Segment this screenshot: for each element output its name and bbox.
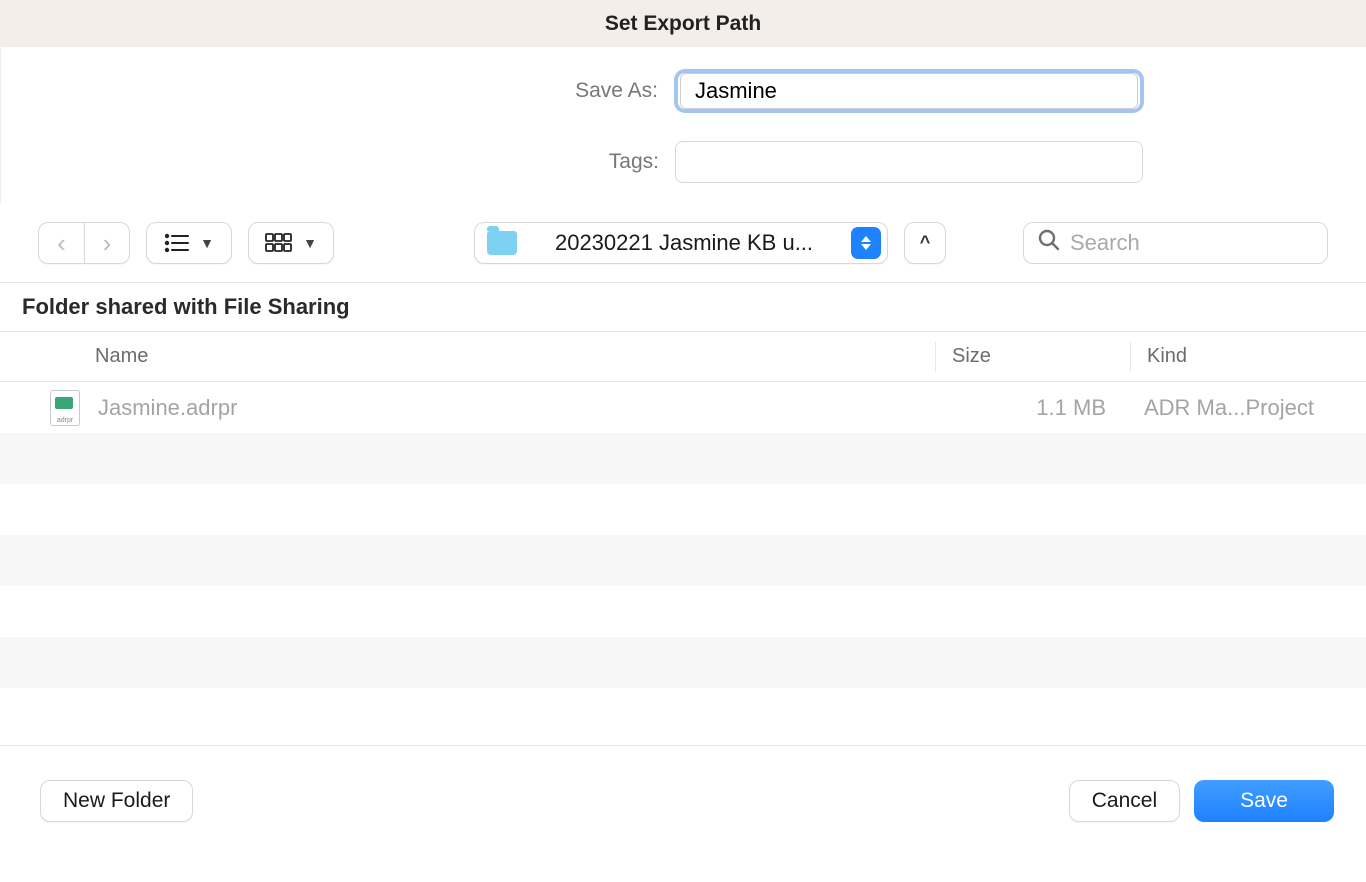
view-grid-button[interactable]: ▼ xyxy=(248,222,334,264)
empty-row xyxy=(0,433,1366,484)
chevron-up-icon: ^ xyxy=(920,232,931,253)
forward-button[interactable]: › xyxy=(84,222,130,264)
tags-row: Tags: xyxy=(224,141,1143,183)
new-folder-button[interactable]: New Folder xyxy=(40,780,193,822)
cancel-button[interactable]: Cancel xyxy=(1069,780,1180,822)
titlebar: Set Export Path xyxy=(0,0,1366,47)
window-title: Set Export Path xyxy=(605,12,761,36)
column-name-header[interactable]: Name xyxy=(0,345,935,368)
dialog-footer: New Folder Cancel Save xyxy=(0,745,1366,855)
nav-group: ‹ › xyxy=(38,222,130,264)
search-icon xyxy=(1038,229,1060,256)
view-list-button[interactable]: ▼ xyxy=(146,222,232,264)
empty-row xyxy=(0,586,1366,637)
file-kind: ADR Ma...Project xyxy=(1128,395,1366,421)
browser-toolbar: ‹ › ▼ ▼ 20230221 Jasmine KB u... ^ xyxy=(0,203,1366,283)
path-popup-button[interactable]: 20230221 Jasmine KB u... xyxy=(474,222,888,264)
file-row[interactable]: adrpr Jasmine.adrpr 1.1 MB ADR Ma...Proj… xyxy=(0,382,1366,433)
save-as-input[interactable] xyxy=(680,73,1138,109)
search-box[interactable] xyxy=(1023,222,1328,264)
save-form: Save As: Tags: xyxy=(0,47,1366,203)
grid-view-icon xyxy=(265,233,293,253)
folder-info-bar: Folder shared with File Sharing xyxy=(0,283,1366,332)
chevron-down-icon: ▼ xyxy=(303,235,317,251)
search-input[interactable] xyxy=(1070,230,1358,256)
empty-row xyxy=(0,535,1366,586)
folder-icon xyxy=(487,231,517,255)
list-view-icon xyxy=(164,233,190,253)
save-as-label: Save As: xyxy=(223,79,658,103)
chevron-right-icon: › xyxy=(103,230,112,256)
popup-stepper-icon xyxy=(851,227,881,259)
back-button[interactable]: ‹ xyxy=(38,222,84,264)
file-size: 1.1 MB xyxy=(933,395,1128,421)
file-name: Jasmine.adrpr xyxy=(98,395,933,421)
empty-row xyxy=(0,688,1366,739)
column-kind-header[interactable]: Kind xyxy=(1130,342,1366,372)
save-as-row: Save As: xyxy=(223,69,1144,113)
file-list: adrpr Jasmine.adrpr 1.1 MB ADR Ma...Proj… xyxy=(0,382,1366,745)
save-as-focus-ring xyxy=(674,69,1144,113)
tags-input[interactable] xyxy=(675,141,1143,183)
parent-folder-button[interactable]: ^ xyxy=(904,222,946,264)
chevron-down-icon: ▼ xyxy=(200,235,214,251)
chevron-left-icon: ‹ xyxy=(57,230,66,256)
current-folder-label: 20230221 Jasmine KB u... xyxy=(527,230,841,256)
empty-row xyxy=(0,637,1366,688)
save-button[interactable]: Save xyxy=(1194,780,1334,822)
document-icon: adrpr xyxy=(50,390,80,426)
column-size-header[interactable]: Size xyxy=(935,342,1130,372)
column-headers: Name Size Kind xyxy=(0,332,1366,382)
tags-label: Tags: xyxy=(224,150,659,174)
empty-row xyxy=(0,484,1366,535)
folder-info-text: Folder shared with File Sharing xyxy=(22,294,350,320)
